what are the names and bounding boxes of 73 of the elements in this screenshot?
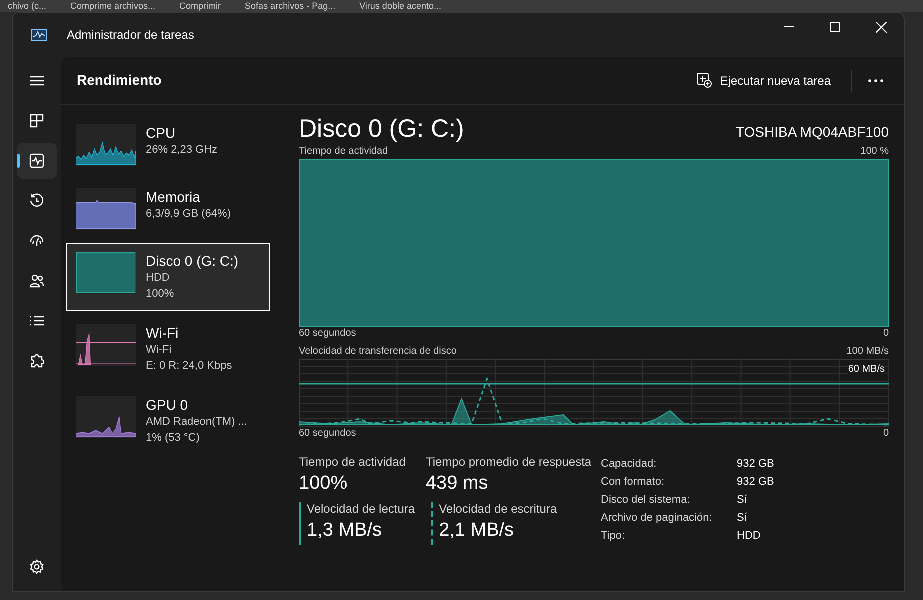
device-name: Disco 0 (G: C:) <box>146 252 239 270</box>
axis-label: 100 MB/s <box>846 345 889 359</box>
device-info: 1% (53 °C) <box>146 431 201 446</box>
property-value: Sí <box>737 511 748 526</box>
stat-label: Velocidad de lectura <box>307 502 416 517</box>
cpu-graph <box>76 124 136 166</box>
axis-label: 0 <box>883 327 889 341</box>
device-info: 100% <box>146 287 176 302</box>
device-name: CPU <box>146 124 177 142</box>
stat-value: 2,1 MB/s <box>439 519 516 543</box>
property-label: Tipo: <box>601 529 626 544</box>
stat-value: 100% <box>299 472 349 496</box>
window-title: Administrador de tareas <box>67 27 194 44</box>
device-info: E: 0 R: 24,0 Kbps <box>146 359 232 374</box>
property-label: Archivo de paginación: <box>601 511 714 526</box>
settings-icon <box>29 559 45 575</box>
browser-tab[interactable]: chivo (c... <box>8 1 47 11</box>
close-icon <box>876 22 886 32</box>
device-name: Memoria <box>146 188 202 206</box>
chart-label: Tiempo de actividad <box>299 145 388 159</box>
memory-graph <box>76 188 136 230</box>
property-value: Sí <box>737 493 748 508</box>
device-item[interactable]: Wi-Fi Wi-Fi E: 0 R: 24,0 Kbps <box>66 315 270 383</box>
axis-label: 0 <box>883 427 889 441</box>
device-item[interactable]: GPU 0 AMD Radeon(TM) ... 1% (53 °C) <box>66 387 270 455</box>
device-info: 26% 2,23 GHz <box>146 143 218 158</box>
new-task-icon <box>697 73 712 88</box>
disk-title: Disco 0 (G: C:) <box>299 114 464 145</box>
activity-icon <box>29 153 45 169</box>
property-label: Disco del sistema: <box>601 493 692 508</box>
stat-label: Tiempo de actividad <box>299 455 406 470</box>
device-name: Wi-Fi <box>146 324 180 342</box>
browser-tab[interactable]: Virus doble acento... <box>360 1 442 11</box>
browser-tab[interactable]: Comprime archivos... <box>70 1 156 11</box>
disk-model: TOSHIBA MQ04ABF100 <box>736 123 889 142</box>
device-item[interactable]: CPU 26% 2,23 GHz <box>66 115 270 175</box>
property-value: 932 GB <box>737 457 774 472</box>
app-icon <box>31 29 47 41</box>
device-item[interactable]: Memoria 6,3/9,9 GB (64%) <box>66 179 270 239</box>
run-new-task-button[interactable]: Ejecutar nueva tarea <box>689 68 839 94</box>
grid-icon <box>29 113 45 129</box>
users-icon <box>29 273 45 289</box>
property-value: HDD <box>737 529 762 544</box>
maximize-icon <box>830 22 840 32</box>
device-item[interactable]: Disco 0 (G: C:) HDD 100% <box>66 243 270 311</box>
device-info: HDD <box>146 271 171 286</box>
property-label: Capacidad: <box>601 457 658 472</box>
device-name: GPU 0 <box>146 396 190 414</box>
speedometer-icon <box>29 233 45 249</box>
axis-label: 60 MB/s <box>848 364 885 376</box>
chart-label: Velocidad de transferencia de disco <box>299 345 457 359</box>
disk-graph <box>76 252 136 294</box>
puzzle-icon <box>29 353 45 369</box>
stat-label: Tiempo promedio de respuesta <box>426 455 592 470</box>
stat-value: 439 ms <box>426 472 490 496</box>
device-info: AMD Radeon(TM) ... <box>146 415 248 430</box>
property-value: 932 GB <box>737 475 774 490</box>
browser-tab[interactable]: Sofas archivos - Pag... <box>245 1 336 11</box>
gpu-graph <box>76 396 136 438</box>
stat-label: Velocidad de escritura <box>439 502 558 517</box>
stat-value: 1,3 MB/s <box>307 519 383 543</box>
device-info: Wi-Fi <box>146 343 173 358</box>
device-info: 6,3/9,9 GB (64%) <box>146 207 231 222</box>
page-title: Rendimiento <box>77 71 162 90</box>
more-icon <box>868 78 884 82</box>
clock-history-icon <box>29 193 45 209</box>
browser-tab[interactable]: Comprimir <box>180 1 222 11</box>
property-label: Con formato: <box>601 475 666 490</box>
wifi-graph <box>76 324 136 366</box>
axis-label: 60 segundos <box>299 427 356 441</box>
axis-label: 100 % <box>860 145 889 159</box>
nav-button[interactable] <box>17 143 57 179</box>
axis-label: 60 segundos <box>299 327 356 341</box>
